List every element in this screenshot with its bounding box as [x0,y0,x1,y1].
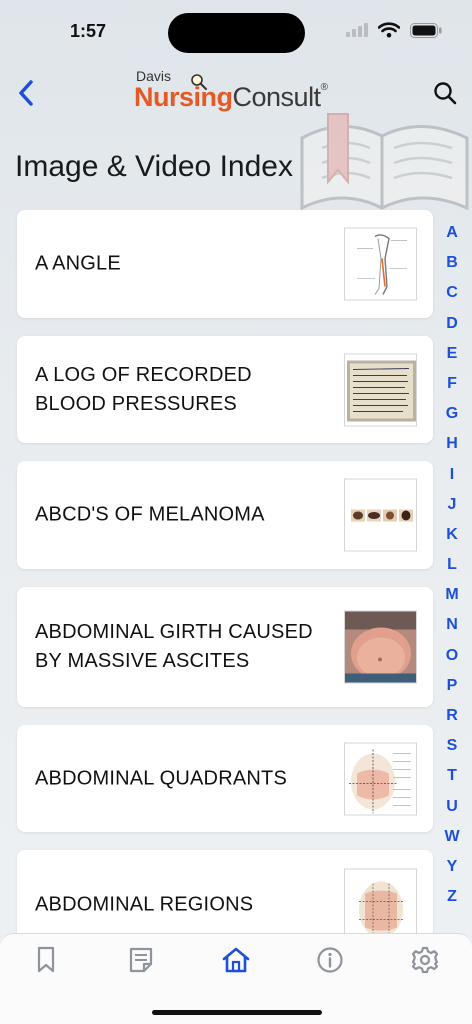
index-letter-r[interactable]: R [444,701,460,731]
list-item-label: ABCD'S OF MELANOMA [35,503,265,526]
notes-icon [127,946,155,979]
battery-icon [410,22,442,43]
home-icon [221,946,251,979]
status-bar: 1:57 [0,0,472,62]
search-icon [433,81,457,110]
index-letter-m[interactable]: M [444,580,460,610]
alphabet-index[interactable]: A B C D E F G H I J K L M N O P R S T U … [444,218,460,912]
list-item-label: ABDOMINAL REGIONS [35,893,254,916]
chevron-left-icon [17,79,35,112]
list-item-label: ABDOMINAL QUADRANTS [35,767,287,789]
logo-nursing-text: Nursing [134,82,233,112]
tab-info[interactable] [308,946,352,978]
logo-registered-mark: ® [320,82,328,93]
index-letter-p[interactable]: P [444,671,460,701]
tab-bookmarks[interactable] [24,946,68,978]
index-letter-i[interactable]: I [444,460,460,490]
index-letter-a[interactable]: A [444,218,460,248]
info-icon [316,946,344,979]
abdominal-regions-thumbnail [344,868,417,942]
search-button[interactable] [430,78,460,112]
index-letter-c[interactable]: C [444,278,460,308]
list-item-label: A ANGLE [35,252,121,275]
index-letter-k[interactable]: K [444,520,460,550]
index-letter-z[interactable]: Z [444,882,460,912]
wifi-icon [377,22,401,43]
back-button[interactable] [12,78,40,112]
tab-notes[interactable] [119,946,163,978]
list-item[interactable]: A ANGLE [17,210,433,318]
index-letter-b[interactable]: B [444,248,460,278]
melanoma-thumbnail [344,478,417,552]
index-letter-e[interactable]: E [444,339,460,369]
list-item[interactable]: A LOG OF RECORDED BLOOD PRESSURES [17,336,433,443]
index-letter-t[interactable]: T [444,761,460,791]
settings-icon [411,946,439,979]
abdomen-photo-thumbnail [344,610,417,684]
index-letter-s[interactable]: S [444,731,460,761]
tab-home[interactable] [214,946,258,978]
skeleton-leg-thumbnail [344,227,417,301]
bookmark-icon [36,946,56,979]
list-item-label: ABDOMINAL GIRTH CAUSED BY MASSIVE ASCITE… [35,621,313,672]
index-letter-d[interactable]: D [444,309,460,339]
index-letter-n[interactable]: N [444,610,460,640]
page-title: Image & Video Index [15,150,293,183]
index-letter-y[interactable]: Y [444,852,460,882]
open-book-watermark-icon [292,108,472,223]
list-item[interactable]: ABDOMINAL QUADRANTS [17,725,433,832]
index-letter-u[interactable]: U [444,792,460,822]
status-time: 1:57 [70,21,107,41]
index-letter-l[interactable]: L [444,550,460,580]
index-letter-j[interactable]: J [444,490,460,520]
list-item[interactable]: ABCD'S OF MELANOMA [17,461,433,569]
index-letter-f[interactable]: F [444,369,460,399]
abdominal-quadrants-thumbnail [344,742,417,815]
cellular-signal-icon [346,23,368,42]
dynamic-island [168,13,305,53]
index-letter-g[interactable]: G [444,399,460,429]
home-indicator [152,1010,322,1015]
handwritten-log-thumbnail [344,353,417,426]
index-letter-h[interactable]: H [444,429,460,459]
list-item[interactable]: ABDOMINAL GIRTH CAUSED BY MASSIVE ASCITE… [17,587,433,707]
index-letter-o[interactable]: O [444,641,460,671]
list-item-label: A LOG OF RECORDED BLOOD PRESSURES [35,363,252,415]
index-letter-w[interactable]: W [444,822,460,852]
status-icons [346,22,442,43]
tab-settings[interactable] [403,946,447,978]
